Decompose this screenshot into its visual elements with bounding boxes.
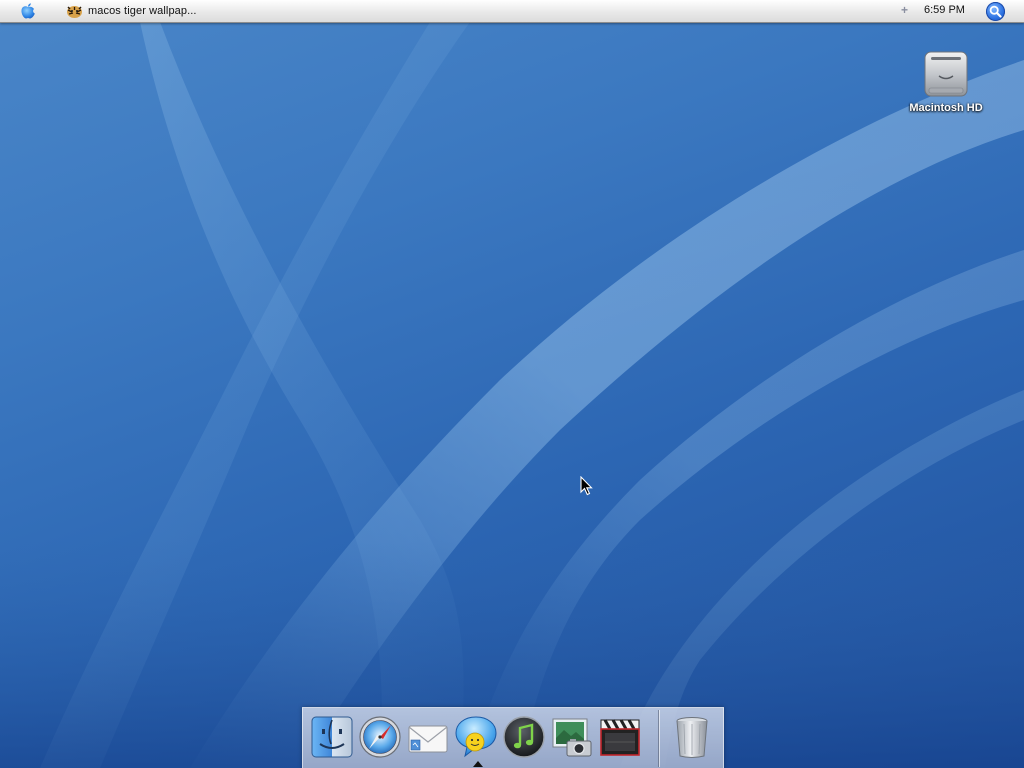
safari-icon bbox=[359, 716, 401, 758]
dock-item-trash[interactable] bbox=[669, 714, 715, 760]
window-title: macos tiger wallpap... bbox=[88, 5, 197, 17]
desktop[interactable]: macos tiger wallpap... + 6:59 PM Macinto… bbox=[0, 0, 1024, 768]
dock-item-finder[interactable] bbox=[309, 714, 355, 760]
dock-separator bbox=[658, 710, 659, 767]
frontmost-window-menu[interactable]: macos tiger wallpap... bbox=[66, 3, 197, 19]
mouse-cursor bbox=[580, 476, 593, 496]
itunes-icon bbox=[503, 716, 545, 758]
dock bbox=[302, 707, 724, 768]
menu-bar: macos tiger wallpap... + 6:59 PM bbox=[0, 0, 1024, 23]
apple-icon[interactable] bbox=[18, 2, 38, 20]
ichat-icon bbox=[455, 716, 497, 758]
desktop-icon-label: Macintosh HD bbox=[909, 102, 983, 114]
dock-item-itunes[interactable] bbox=[501, 714, 547, 760]
trash-icon bbox=[676, 717, 708, 758]
mail-icon bbox=[408, 725, 448, 753]
imovie-icon bbox=[600, 719, 640, 756]
dock-item-safari[interactable] bbox=[357, 714, 403, 760]
finder-icon bbox=[311, 716, 353, 758]
dock-item-imovie[interactable] bbox=[597, 714, 643, 760]
menu-clock[interactable]: 6:59 PM bbox=[924, 4, 965, 16]
hard-drive-icon bbox=[924, 51, 968, 97]
aqua-wallpaper bbox=[0, 22, 1024, 768]
dock-item-ichat[interactable] bbox=[453, 714, 499, 760]
dock-item-iphoto[interactable] bbox=[549, 714, 595, 760]
iphoto-icon bbox=[552, 718, 592, 757]
spotlight-search-icon[interactable] bbox=[986, 2, 1005, 21]
tiger-icon bbox=[67, 5, 82, 18]
dock-item-mail[interactable] bbox=[405, 714, 451, 760]
menu-extra-plus[interactable]: + bbox=[901, 3, 908, 17]
desktop-icon-macintosh-hd[interactable]: Macintosh HD bbox=[902, 48, 990, 114]
running-indicator bbox=[473, 761, 483, 767]
